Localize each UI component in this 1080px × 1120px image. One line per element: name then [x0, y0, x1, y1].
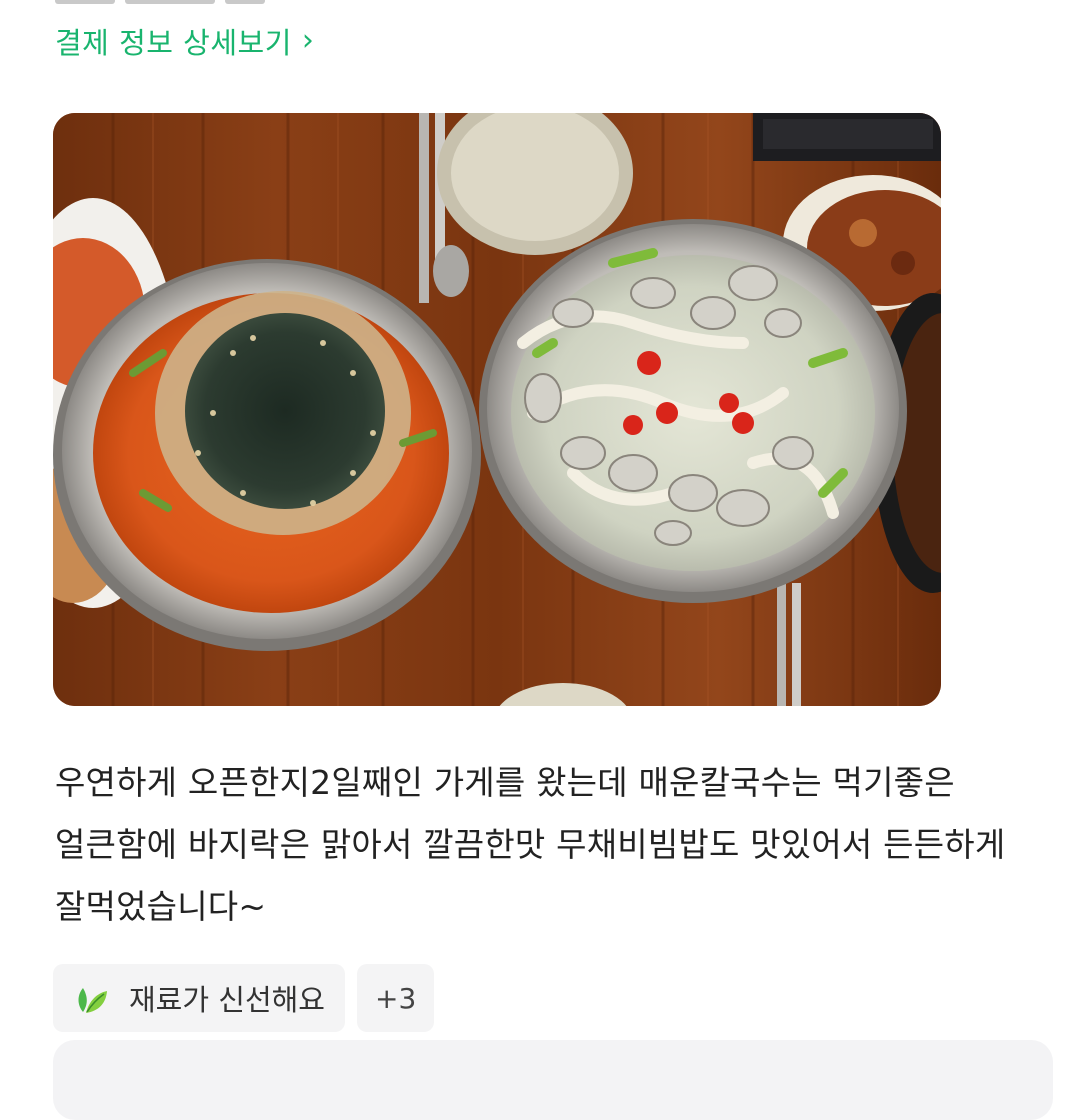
next-review-card-edge — [53, 1040, 1053, 1120]
more-tags-count: +3 — [374, 981, 417, 1015]
tag-fresh-ingredients[interactable]: 재료가 신선해요 — [53, 964, 345, 1032]
review-tags: 재료가 신선해요 +3 — [53, 964, 435, 1032]
chevron-right-icon: › — [301, 23, 315, 58]
payment-details-label: 결제 정보 상세보기 — [55, 26, 292, 60]
review-photo[interactable] — [53, 113, 941, 706]
tag-label: 재료가 신선해요 — [129, 983, 325, 1017]
payment-details-link[interactable]: 결제 정보 상세보기 › — [55, 18, 314, 64]
leaf-icon — [73, 979, 111, 1017]
review-text: 우연하게 오픈한지2일째인 가게를 왔는데 매운칼국수는 먹기좋은 얼큰함에 바… — [55, 763, 1006, 926]
more-tags-button[interactable]: +3 — [356, 964, 435, 1032]
food-photo-illustration — [53, 113, 941, 706]
previous-content-cutoff — [55, 0, 455, 4]
